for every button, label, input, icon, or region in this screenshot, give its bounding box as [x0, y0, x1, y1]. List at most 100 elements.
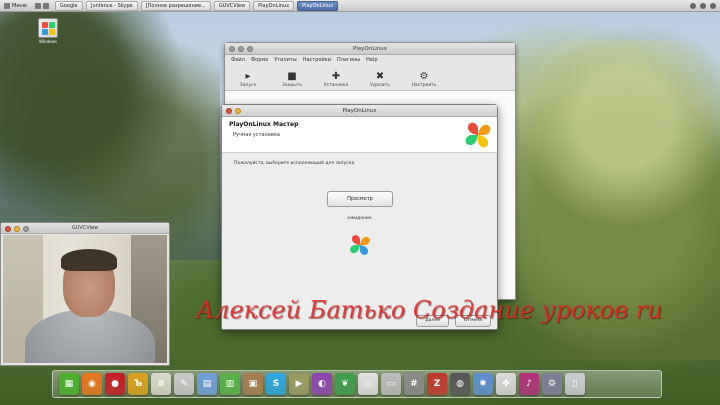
- menu-icon: [4, 2, 10, 9]
- watermark-text: Алексей Батько Создание уроков ru: [196, 296, 663, 324]
- minimize-icon[interactable]: [14, 226, 20, 232]
- plus-icon: ✚: [331, 71, 341, 82]
- remove-button[interactable]: ✖ Удалить: [363, 71, 397, 90]
- minimize-icon[interactable]: [235, 108, 241, 114]
- dock-archive-icon[interactable]: ▣: [243, 373, 263, 395]
- dock-dict-icon[interactable]: Ъ: [128, 373, 148, 395]
- run-button[interactable]: ▸ Запуск: [231, 71, 265, 90]
- dialog-titlebar[interactable]: PlayOnLinux: [222, 105, 497, 117]
- maximize-icon[interactable]: [23, 226, 29, 232]
- window-controls: [229, 46, 253, 52]
- taskbar-item-label: [Полное разрешение...: [145, 2, 206, 9]
- instruction-text: Пожалуйста, выберите исполняющий для зап…: [234, 161, 355, 166]
- taskbar-item[interactable]: [Полное разрешение...: [140, 0, 211, 11]
- top-panel: Меню Google [unfence - Skype [Полное раз…: [0, 0, 720, 12]
- dock-sun-icon[interactable]: ✹: [473, 373, 493, 395]
- toolbar-label: Установка: [323, 83, 349, 88]
- menu-item-file[interactable]: Файл: [231, 57, 245, 63]
- dock-filezilla-icon[interactable]: Z: [427, 373, 447, 395]
- toolbar: ▸ Запуск ■ Закрыть ✚ Установка ✖ Удалить…: [225, 65, 515, 91]
- browse-button[interactable]: Просмотр: [327, 191, 393, 207]
- gear-icon: ⚙: [419, 71, 429, 82]
- window-titlebar[interactable]: GUVCView: [1, 223, 169, 234]
- taskbar-item-label: GUVCView: [218, 2, 246, 9]
- dock-skype-icon[interactable]: S: [266, 373, 286, 395]
- dock-calc-icon[interactable]: ▥: [220, 373, 240, 395]
- person-hair: [61, 249, 117, 271]
- dock-terminal-icon[interactable]: ▭: [381, 373, 401, 395]
- play-icon: ▸: [245, 71, 251, 82]
- dock-files-icon[interactable]: ▤: [197, 373, 217, 395]
- taskbar-item-label: [unfence - Skype: [90, 2, 133, 9]
- dock-system-icon[interactable]: ⚙: [542, 373, 562, 395]
- webcam-window: GUVCView: [0, 222, 170, 366]
- dock-leaf-icon[interactable]: ❦: [335, 373, 355, 395]
- menu-bar: Файл Форма Утилиты Настройки Плагины Hel…: [225, 55, 515, 65]
- window-controls: [5, 226, 29, 232]
- dock-clover-icon[interactable]: ✤: [496, 373, 516, 395]
- status-text: ожидание: [347, 216, 372, 221]
- dock-trash-icon[interactable]: ▯: [565, 373, 585, 395]
- dock-spreadsheet-icon[interactable]: ▦: [59, 373, 79, 395]
- minimize-icon[interactable]: [238, 46, 244, 52]
- window-controls: [226, 108, 241, 114]
- taskbar-item-active[interactable]: PlayOnLinux: [297, 0, 339, 11]
- dock-music-icon[interactable]: ♪: [519, 373, 539, 395]
- quick-launch: [31, 0, 55, 12]
- stop-icon: ■: [287, 71, 297, 82]
- dock-firefox-icon[interactable]: ◉: [82, 373, 102, 395]
- menu-item-tools[interactable]: Утилиты: [274, 57, 297, 63]
- dock-purple-icon[interactable]: ◐: [312, 373, 332, 395]
- webcam-video: [3, 235, 167, 363]
- window-title: GUVCView: [71, 225, 99, 231]
- taskbar-item[interactable]: [unfence - Skype: [85, 0, 138, 11]
- close-icon[interactable]: [229, 46, 235, 52]
- menu-item-settings[interactable]: Настройки: [303, 57, 331, 63]
- wizard-header: PlayOnLinux Мастер Ручная установка: [222, 117, 497, 153]
- apps-menu-button[interactable]: Меню: [0, 0, 31, 12]
- window-titlebar[interactable]: PlayOnLinux: [225, 43, 515, 55]
- install-button[interactable]: ✚ Установка: [319, 71, 353, 90]
- toolbar-label: Удалить: [370, 83, 390, 88]
- taskbar-item[interactable]: GUVCView: [213, 0, 251, 11]
- close-icon[interactable]: [5, 226, 11, 232]
- launcher-icon[interactable]: [34, 2, 41, 9]
- desktop-icon-label: Windows: [39, 39, 57, 44]
- apps-menu-label: Меню: [12, 2, 27, 9]
- menu-item-view[interactable]: Форма: [251, 57, 268, 63]
- launcher-icon[interactable]: [42, 2, 49, 9]
- menu-item-plugins[interactable]: Плагины: [337, 57, 360, 63]
- system-tray: [690, 2, 720, 9]
- close-icon[interactable]: [226, 108, 232, 114]
- taskbar-item-label: PlayOnLinux: [258, 2, 290, 9]
- network-icon[interactable]: [690, 2, 696, 9]
- wizard-subheading: Ручная установка: [233, 132, 280, 138]
- dock-webcam-icon[interactable]: ◎: [358, 373, 378, 395]
- configure-button[interactable]: ⚙ Настроить: [407, 71, 441, 90]
- playonlinux-logo-icon: [465, 122, 491, 148]
- remove-icon: ✖: [375, 71, 385, 82]
- dock-disc-icon[interactable]: ◍: [450, 373, 470, 395]
- power-icon[interactable]: [710, 2, 716, 9]
- close-app-button[interactable]: ■ Закрыть: [275, 71, 309, 90]
- dock-text-editor-icon[interactable]: ✎: [174, 373, 194, 395]
- taskbar-item-label: PlayOnLinux: [302, 2, 334, 9]
- dock: ▦ ◉ ● Ъ ≡ ✎ ▤ ▥ ▣ S ▶ ◐ ❦ ◎ ▭ # Z ◍ ✹ ✤ ♪ ⚙ ▯: [52, 370, 662, 398]
- desktop-icon-windows[interactable]: Windows: [31, 18, 65, 44]
- dock-red-app-icon[interactable]: ●: [105, 373, 125, 395]
- taskbar-item-label: Google: [59, 2, 78, 9]
- wizard-heading: PlayOnLinux Мастер: [229, 121, 299, 128]
- loading-clover-icon: [350, 235, 370, 255]
- menu-item-help[interactable]: Help: [366, 57, 377, 63]
- dock-video-icon[interactable]: ▶: [289, 373, 309, 395]
- dialog-title: PlayOnLinux: [342, 108, 377, 114]
- volume-icon[interactable]: [700, 2, 706, 9]
- toolbar-label: Настроить: [411, 83, 437, 88]
- window-title: PlayOnLinux: [352, 46, 388, 52]
- maximize-icon[interactable]: [247, 46, 253, 52]
- taskbar-item[interactable]: PlayOnLinux: [253, 0, 295, 11]
- dock-calculator-icon[interactable]: #: [404, 373, 424, 395]
- taskbar-item[interactable]: Google: [54, 0, 83, 11]
- windows-logo-icon: [38, 18, 58, 38]
- dock-notes-icon[interactable]: ≡: [151, 373, 171, 395]
